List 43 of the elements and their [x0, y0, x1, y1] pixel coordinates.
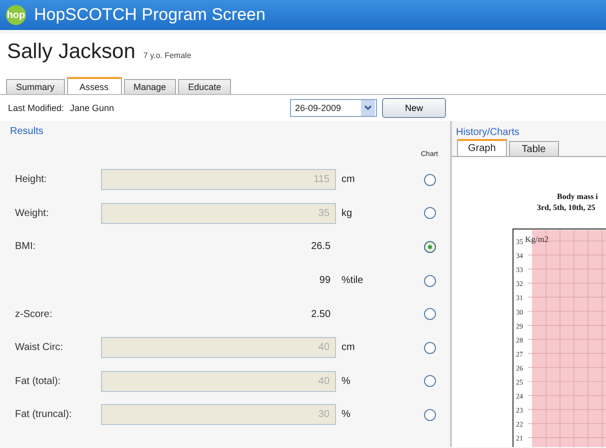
unit-label: %tile: [342, 275, 364, 286]
tab[interactable]: Manage: [124, 79, 176, 94]
field-label: Fat (total):: [15, 376, 61, 387]
tab[interactable]: Summary: [6, 79, 65, 94]
unit-label: cm: [342, 342, 355, 354]
chart-radio[interactable]: [424, 375, 436, 388]
field-label: Weight:: [15, 208, 49, 219]
chart-radio[interactable]: [424, 274, 436, 287]
chart-radio[interactable]: [424, 342, 436, 354]
chart-title: Body mass i: [557, 192, 598, 201]
window-title: HopSCOTCH Program Screen: [34, 5, 266, 25]
chart-radio[interactable]: [424, 408, 436, 421]
field-label: Waist Circ:: [15, 342, 63, 354]
last-modified-label: Last Modified:: [8, 103, 66, 113]
tab[interactable]: Graph: [457, 139, 507, 156]
date-dropdown[interactable]: 26-09-2009: [290, 99, 377, 117]
field-label: Height:: [15, 174, 47, 186]
field-label: z-Score:: [15, 308, 52, 320]
tab[interactable]: Assess: [66, 77, 122, 94]
chart-radio[interactable]: [424, 308, 436, 320]
chart-radio[interactable]: [424, 240, 436, 253]
patient-details: 7 y.o. Female: [143, 50, 192, 60]
y-axis-unit: Kg/m2: [525, 234, 549, 244]
unit-label: %: [342, 376, 350, 387]
app-logo: hop: [6, 5, 26, 25]
unit-label: %: [342, 409, 350, 420]
new-button[interactable]: New: [382, 98, 446, 118]
unit-label: cm: [342, 174, 355, 186]
computed-value: 26.5: [311, 241, 331, 252]
field-label: BMI:: [15, 241, 36, 252]
tab[interactable]: Educate: [178, 79, 232, 94]
field-label: Fat (truncal):: [15, 409, 72, 420]
history-heading: History/Charts: [455, 127, 520, 139]
computed-value: 2.50: [311, 308, 331, 320]
chart-radio[interactable]: [424, 174, 436, 186]
chart-title: 3rd, 5th, 10th, 25: [537, 203, 596, 212]
results-heading: Results: [10, 126, 44, 136]
patient-name: Sally Jackson: [7, 40, 136, 64]
computed-value: 99: [319, 275, 331, 286]
last-modified-by: Jane Gunn: [70, 103, 116, 113]
chart-radio[interactable]: [424, 207, 436, 220]
unit-label: kg: [342, 208, 352, 219]
tab[interactable]: Table: [508, 141, 559, 156]
